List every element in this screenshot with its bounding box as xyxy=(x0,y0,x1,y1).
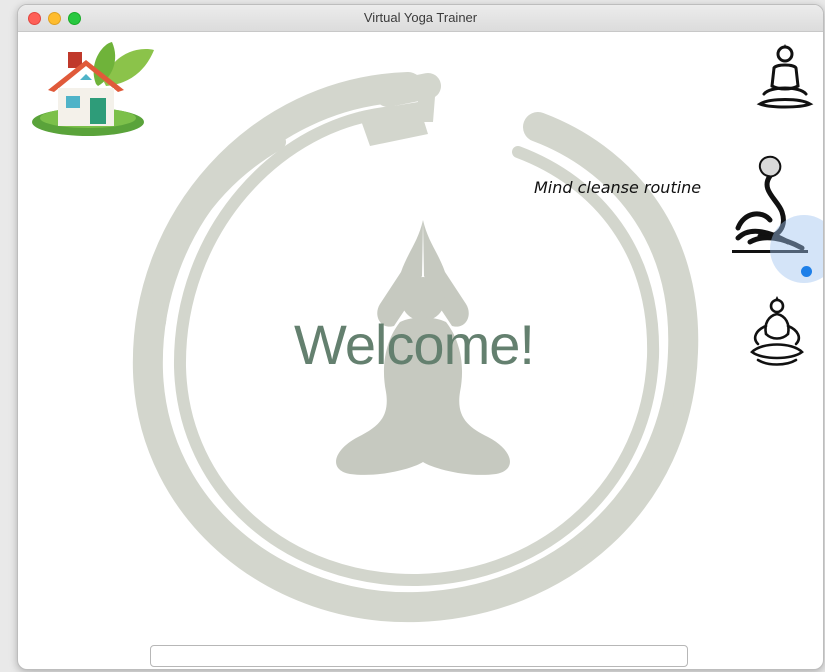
meditation-pose-icon[interactable] xyxy=(756,42,814,114)
home-icon[interactable] xyxy=(26,42,156,142)
main-content: Welcome! Mind cleanse routine xyxy=(18,32,823,669)
title-bar: Virtual Yoga Trainer xyxy=(18,5,823,32)
lotus-pose-icon[interactable] xyxy=(746,294,808,370)
welcome-heading: Welcome! xyxy=(294,313,535,376)
cursor-highlight xyxy=(770,215,823,283)
text-input-field[interactable] xyxy=(150,645,688,667)
window-title: Virtual Yoga Trainer xyxy=(363,10,478,25)
app-window: Virtual Yoga Trainer Welcome! Mind clean… xyxy=(17,4,824,670)
cursor-pointer xyxy=(801,266,812,277)
pose-tooltip: Mind cleanse routine xyxy=(534,178,702,197)
